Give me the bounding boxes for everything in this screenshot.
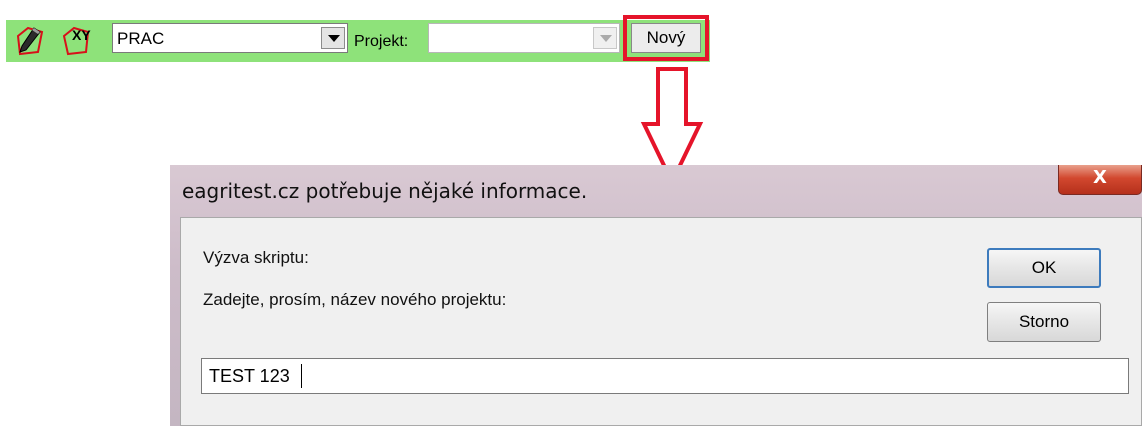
dialog-title: eagritest.cz potřebuje nějaké informace. <box>182 179 588 203</box>
chevron-down-icon[interactable] <box>321 27 345 49</box>
prompt-text: Zadejte, prosím, název nového projektu: <box>203 290 507 309</box>
layer-select[interactable]: PRAC <box>112 23 348 53</box>
cancel-button[interactable]: Storno <box>987 302 1101 342</box>
svg-text:XY: XY <box>72 27 91 43</box>
new-project-button[interactable]: Nový <box>631 23 701 53</box>
close-button[interactable]: X <box>1058 165 1142 195</box>
layer-select-value: PRAC <box>117 29 165 48</box>
prompt-heading: Výzva skriptu: <box>203 248 309 267</box>
prompt-dialog: eagritest.cz potřebuje nějaké informace.… <box>170 165 1142 426</box>
project-name-input[interactable]: TEST 123 <box>201 358 1129 394</box>
chevron-down-icon[interactable] <box>593 27 617 49</box>
toolbar: XY PRAC Projekt: <box>6 20 710 62</box>
ok-button[interactable]: OK <box>987 248 1101 288</box>
project-select[interactable] <box>428 23 620 53</box>
project-name-value: TEST 123 <box>209 366 290 386</box>
text-caret <box>301 364 302 388</box>
xy-polygon-icon[interactable]: XY <box>60 24 96 58</box>
project-label: Projekt: <box>354 33 409 50</box>
pencil-polygon-icon[interactable] <box>12 24 48 58</box>
dialog-body: Výzva skriptu: Zadejte, prosím, název no… <box>180 217 1142 426</box>
